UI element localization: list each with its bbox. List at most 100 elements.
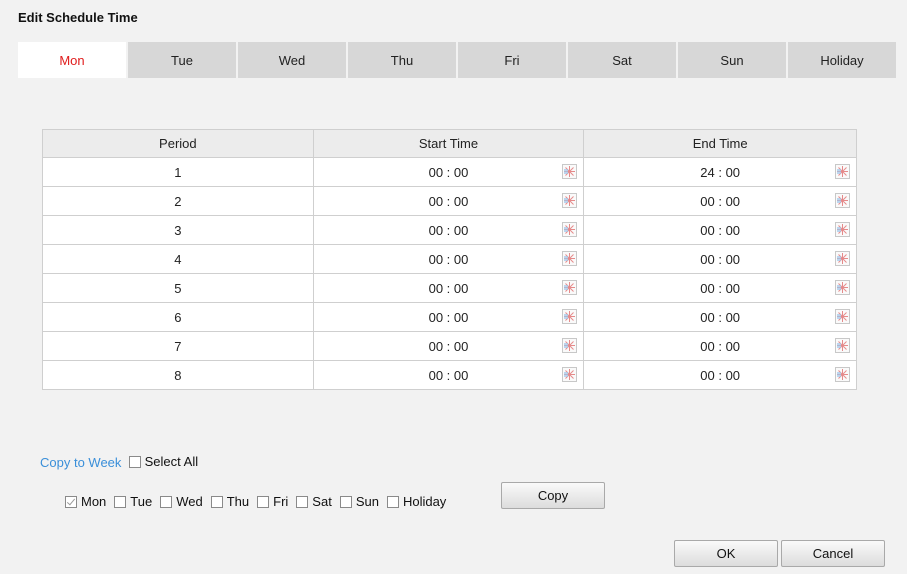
end-time-cell[interactable]: 00 : 00 — [583, 302, 857, 332]
period-cell: 5 — [42, 273, 314, 303]
tab-sun[interactable]: Sun — [678, 42, 786, 78]
copy-day-checkbox[interactable] — [114, 495, 127, 508]
end-time-value[interactable]: 24 : 00 — [700, 165, 740, 180]
copy-day-checkbox[interactable] — [339, 495, 352, 508]
start-time-value[interactable]: 00 : 00 — [429, 368, 469, 383]
start-time-picker-icon[interactable] — [562, 164, 578, 179]
column-header-end-time: End Time — [583, 129, 857, 158]
start-time-cell[interactable]: 00 : 00 — [312, 244, 585, 274]
period-cell: 8 — [42, 360, 314, 390]
table-header-row: Period Start Time End Time — [42, 129, 857, 158]
copy-day-label: Sat — [312, 494, 332, 509]
start-time-value[interactable]: 00 : 00 — [429, 194, 469, 209]
copy-day-thu[interactable]: Thu — [210, 494, 250, 509]
start-time-value[interactable]: 00 : 00 — [429, 339, 469, 354]
end-time-cell[interactable]: 00 : 00 — [583, 186, 857, 216]
start-time-value[interactable]: 00 : 00 — [429, 252, 469, 267]
table-row: 8 00 : 00 00 : 00 — [42, 360, 857, 390]
period-cell: 3 — [42, 215, 314, 245]
copy-day-label: Thu — [226, 494, 250, 509]
copy-button[interactable]: Copy — [501, 482, 605, 509]
copy-day-checkbox[interactable] — [386, 495, 399, 508]
period-cell: 6 — [42, 302, 314, 332]
copy-day-label: Tue — [130, 494, 153, 509]
start-time-picker-icon[interactable] — [562, 338, 578, 353]
period-cell: 7 — [42, 331, 314, 361]
select-all[interactable]: Select All — [129, 454, 198, 469]
end-time-cell[interactable]: 00 : 00 — [583, 360, 857, 390]
column-header-start-time: Start Time — [312, 129, 585, 158]
end-time-value[interactable]: 00 : 00 — [700, 368, 740, 383]
start-time-picker-icon[interactable] — [562, 222, 578, 237]
copy-day-holiday[interactable]: Holiday — [386, 494, 447, 509]
end-time-value[interactable]: 00 : 00 — [700, 339, 740, 354]
copy-day-sun[interactable]: Sun — [339, 494, 379, 509]
tab-wed[interactable]: Wed — [238, 42, 346, 78]
end-time-picker-icon[interactable] — [835, 280, 850, 295]
end-time-picker-icon[interactable] — [835, 222, 850, 237]
start-time-picker-icon[interactable] — [562, 193, 578, 208]
copy-day-sat[interactable]: Sat — [296, 494, 332, 509]
end-time-cell[interactable]: 00 : 00 — [583, 331, 857, 361]
tab-mon[interactable]: Mon — [18, 42, 126, 78]
end-time-cell[interactable]: 00 : 00 — [583, 215, 857, 245]
copy-day-label: Sun — [355, 494, 379, 509]
tab-fri[interactable]: Fri — [458, 42, 566, 78]
end-time-value[interactable]: 00 : 00 — [700, 223, 740, 238]
schedule-table: Period Start Time End Time 1 00 : 00 24 : … — [42, 129, 857, 390]
tab-holiday[interactable]: Holiday — [788, 42, 896, 78]
table-row: 2 00 : 00 00 : 00 — [42, 186, 857, 216]
start-time-value[interactable]: 00 : 00 — [429, 165, 469, 180]
copy-day-label: Holiday — [402, 494, 447, 509]
start-time-picker-icon[interactable] — [562, 251, 578, 266]
table-row: 7 00 : 00 00 : 00 — [42, 331, 857, 361]
end-time-cell[interactable]: 00 : 00 — [583, 273, 857, 303]
start-time-picker-icon[interactable] — [562, 280, 578, 295]
copy-day-checkbox[interactable] — [296, 495, 309, 508]
tab-tue[interactable]: Tue — [128, 42, 236, 78]
end-time-value[interactable]: 00 : 00 — [700, 252, 740, 267]
start-time-value[interactable]: 00 : 00 — [429, 281, 469, 296]
start-time-cell[interactable]: 00 : 00 — [312, 157, 585, 187]
end-time-picker-icon[interactable] — [835, 338, 850, 353]
copy-day-checkbox[interactable] — [65, 495, 77, 508]
period-cell: 1 — [42, 157, 314, 187]
copy-day-tue[interactable]: Tue — [114, 494, 152, 509]
copy-day-checkbox[interactable] — [257, 495, 270, 508]
copy-day-checkbox[interactable] — [210, 495, 223, 508]
select-all-checkbox[interactable] — [129, 456, 141, 468]
end-time-picker-icon[interactable] — [835, 164, 850, 179]
tab-thu[interactable]: Thu — [348, 42, 456, 78]
end-time-value[interactable]: 00 : 00 — [700, 310, 740, 325]
start-time-cell[interactable]: 00 : 00 — [312, 186, 585, 216]
start-time-cell[interactable]: 00 : 00 — [312, 273, 585, 303]
start-time-cell[interactable]: 00 : 00 — [312, 331, 585, 361]
copy-day-mon[interactable]: Mon — [65, 494, 106, 509]
cancel-button[interactable]: Cancel — [781, 540, 885, 567]
start-time-cell[interactable]: 00 : 00 — [312, 215, 585, 245]
start-time-cell[interactable]: 00 : 00 — [312, 302, 585, 332]
end-time-cell[interactable]: 24 : 00 — [583, 157, 857, 187]
end-time-value[interactable]: 00 : 00 — [700, 281, 740, 296]
tab-sat[interactable]: Sat — [568, 42, 676, 78]
table-row: 4 00 : 00 00 : 00 — [42, 244, 857, 274]
end-time-value[interactable]: 00 : 00 — [700, 194, 740, 209]
end-time-cell[interactable]: 00 : 00 — [583, 244, 857, 274]
start-time-value[interactable]: 00 : 00 — [429, 223, 469, 238]
table-row: 3 00 : 00 00 : 00 — [42, 215, 857, 245]
copy-day-checkbox[interactable] — [160, 495, 173, 508]
end-time-picker-icon[interactable] — [835, 367, 850, 382]
copy-day-wed[interactable]: Wed — [160, 494, 203, 509]
ok-button[interactable]: OK — [674, 540, 778, 567]
start-time-value[interactable]: 00 : 00 — [429, 310, 469, 325]
end-time-picker-icon[interactable] — [835, 309, 850, 324]
end-time-picker-icon[interactable] — [835, 193, 850, 208]
start-time-picker-icon[interactable] — [562, 367, 578, 382]
copy-day-fri[interactable]: Fri — [257, 494, 288, 509]
table-row: 1 00 : 00 24 : 00 — [42, 157, 857, 187]
start-time-cell[interactable]: 00 : 00 — [312, 360, 585, 390]
start-time-picker-icon[interactable] — [562, 309, 578, 324]
table-row: 5 00 : 00 00 : 00 — [42, 273, 857, 303]
copy-day-label: Fri — [273, 494, 289, 509]
end-time-picker-icon[interactable] — [835, 251, 850, 266]
